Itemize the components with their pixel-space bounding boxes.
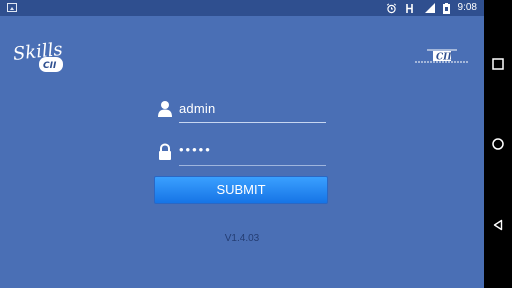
password-underline	[179, 165, 326, 166]
square-nav-icon[interactable]	[491, 57, 505, 71]
image-icon	[7, 3, 17, 12]
password-value: •••••	[179, 142, 212, 157]
logo-right-text: CII	[436, 53, 452, 63]
cell-signal-icon	[424, 3, 435, 13]
username-underline	[179, 122, 326, 123]
circle-nav-icon[interactable]	[491, 137, 505, 151]
back-triangle-icon[interactable]	[491, 218, 505, 232]
status-bar: 9:08	[0, 0, 484, 16]
app-version: V1.4.03	[224, 233, 260, 244]
battery-icon	[442, 2, 450, 14]
user-icon	[158, 101, 172, 117]
alarm-icon	[386, 3, 396, 13]
app-screen: 9:08 Skills CII CII admin ••••• SUBMIT V…	[0, 0, 484, 288]
signal-h-icon	[405, 3, 413, 13]
username-field[interactable]: admin	[153, 99, 326, 123]
status-time: 9:08	[457, 2, 477, 13]
submit-button[interactable]: SUBMIT	[154, 176, 328, 204]
android-nav-bar	[484, 0, 512, 288]
lock-icon	[159, 143, 171, 160]
username-value: admin	[179, 101, 216, 116]
password-field[interactable]: •••••	[153, 142, 326, 166]
cii-logo: CII	[415, 49, 469, 63]
skills-cii-logo: Skills CII	[12, 39, 64, 72]
logo-left-bottom-text: CII	[43, 61, 57, 71]
status-right: 9:08	[386, 1, 477, 15]
